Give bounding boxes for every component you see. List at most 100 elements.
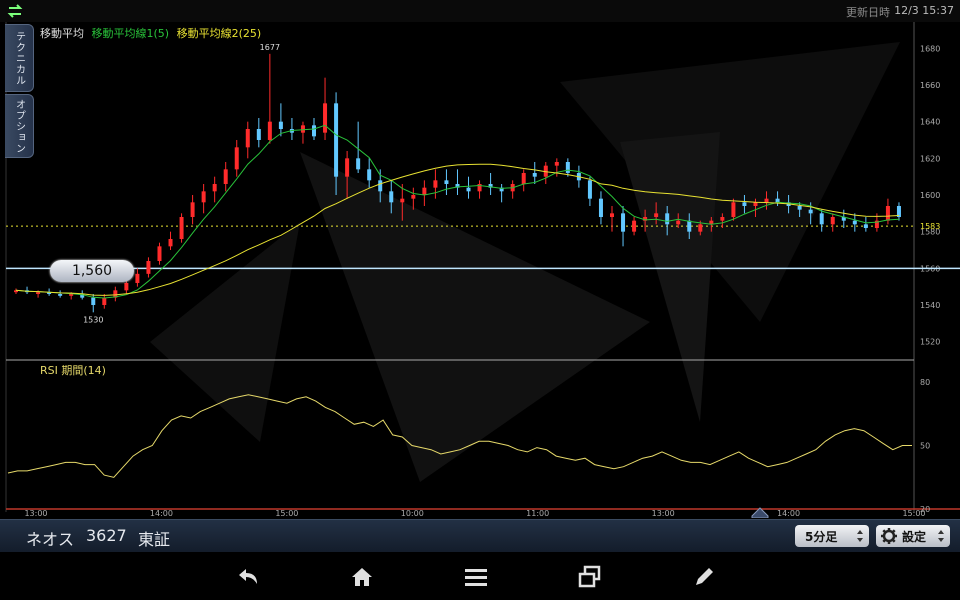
time-tick-label: 13:00	[24, 509, 47, 518]
candle-body	[764, 198, 769, 203]
bg-shard	[300, 152, 650, 482]
candle-body	[654, 213, 659, 217]
candle-body	[687, 220, 692, 232]
price-tick-label: 1680	[920, 44, 940, 53]
bg-shard	[150, 222, 300, 442]
high-label: 1677	[260, 43, 280, 52]
low-label: 1530	[83, 315, 103, 324]
candle-body	[554, 162, 559, 166]
time-tick-label: 11:00	[526, 509, 549, 518]
candle-body	[400, 198, 405, 203]
candle-body	[36, 292, 41, 294]
tab-option-label: オプション	[13, 98, 25, 154]
current-price-bubble[interactable]: 1,560	[50, 260, 134, 282]
rsi-tick-label: 50	[920, 442, 930, 451]
legend-ma1: 移動平均線1(5)	[91, 27, 170, 40]
candle-body	[312, 125, 316, 137]
candle-body	[808, 209, 813, 214]
candle-body	[245, 129, 250, 148]
edit-icon[interactable]	[691, 564, 717, 590]
candle-body	[422, 187, 427, 195]
rsi-tick-label: 80	[920, 378, 930, 387]
candle-body	[179, 217, 184, 239]
candle-body	[168, 239, 173, 247]
chart-area[interactable]: 1680166016401620160015801560154015208050…	[0, 22, 960, 518]
gear-icon	[881, 528, 897, 544]
stock-name: ネオス	[26, 530, 75, 549]
candle-body	[91, 297, 96, 305]
candle-body	[157, 246, 162, 261]
candle-body	[223, 169, 228, 184]
time-tick-label: 14:00	[777, 509, 800, 518]
candle-body	[610, 213, 614, 217]
tab-technical-label: テクニカル	[13, 30, 25, 86]
updated-label: 更新日時	[846, 6, 890, 19]
price-tick-label: 1620	[920, 154, 940, 163]
updown-icon	[857, 530, 863, 542]
system-navbar	[0, 552, 960, 600]
interval-label: 5分足	[805, 529, 838, 544]
stock-code: 3627	[86, 526, 127, 545]
candle-body	[212, 184, 217, 192]
updated-time: 12/3 15:37	[894, 4, 954, 17]
candle-body	[587, 180, 592, 199]
candle-body	[698, 224, 703, 232]
time-tick-label: 15:00	[275, 509, 298, 518]
chart-legend: 移動平均 移動平均線1(5) 移動平均線2(25)	[40, 25, 265, 41]
bg-shard	[620, 132, 720, 422]
interval-select[interactable]: 5分足	[795, 525, 869, 547]
status-bar: 更新日時 12/3 15:37	[0, 0, 960, 22]
candle-body	[345, 158, 350, 177]
candle-body	[621, 213, 626, 232]
time-tick-label: 15:00	[902, 509, 925, 518]
price-tick-label: 1640	[920, 118, 940, 127]
candle-body	[665, 213, 670, 225]
candle-body	[830, 217, 835, 225]
sync-icon	[7, 4, 23, 18]
time-tick-label: 13:00	[652, 509, 675, 518]
candle-body	[124, 283, 129, 291]
tab-option[interactable]: オプション	[5, 94, 34, 158]
candle-body	[720, 217, 725, 221]
candle-body	[389, 191, 394, 203]
candle-body	[444, 180, 449, 184]
settings-button[interactable]: 設定	[876, 525, 950, 547]
tab-technical[interactable]: テクニカル	[5, 24, 34, 92]
candle-body	[201, 191, 206, 203]
candle-body	[278, 121, 283, 129]
legend-prefix: 移動平均	[40, 27, 84, 40]
candle-body	[598, 198, 603, 217]
candle-body	[863, 224, 868, 228]
reference-label: 1583	[920, 222, 940, 231]
candle-body	[466, 187, 471, 192]
candle-body	[234, 147, 239, 170]
candle-body	[885, 206, 890, 221]
settings-label: 設定	[902, 529, 927, 544]
candle-body	[753, 202, 758, 206]
candle-body	[135, 273, 140, 283]
candle-body	[532, 173, 537, 177]
candle-body	[433, 180, 438, 188]
time-tick-label: 14:00	[150, 509, 173, 518]
candle-body	[797, 206, 802, 210]
candle-body	[775, 198, 780, 203]
candle-body	[323, 103, 328, 133]
home-icon[interactable]	[349, 564, 375, 590]
candle-body	[819, 213, 824, 225]
updown-icon	[938, 530, 944, 542]
legend-ma2: 移動平均線2(25)	[176, 27, 262, 40]
windows-icon[interactable]	[577, 564, 603, 590]
menu-icon[interactable]	[463, 564, 489, 590]
price-tick-label: 1520	[920, 338, 940, 347]
back-icon[interactable]	[235, 564, 261, 590]
candle-body	[356, 158, 361, 170]
time-tick-label: 10:00	[401, 509, 424, 518]
candle-body	[565, 162, 570, 173]
candle-body	[632, 220, 637, 232]
bottom-toolbar: ネオス 3627 東証 5分足 設定	[0, 519, 960, 553]
candle-body	[58, 294, 63, 296]
candle-body	[676, 220, 681, 225]
price-tick-label: 1600	[920, 191, 940, 200]
candle-body	[300, 125, 305, 133]
candle-body	[367, 169, 372, 181]
